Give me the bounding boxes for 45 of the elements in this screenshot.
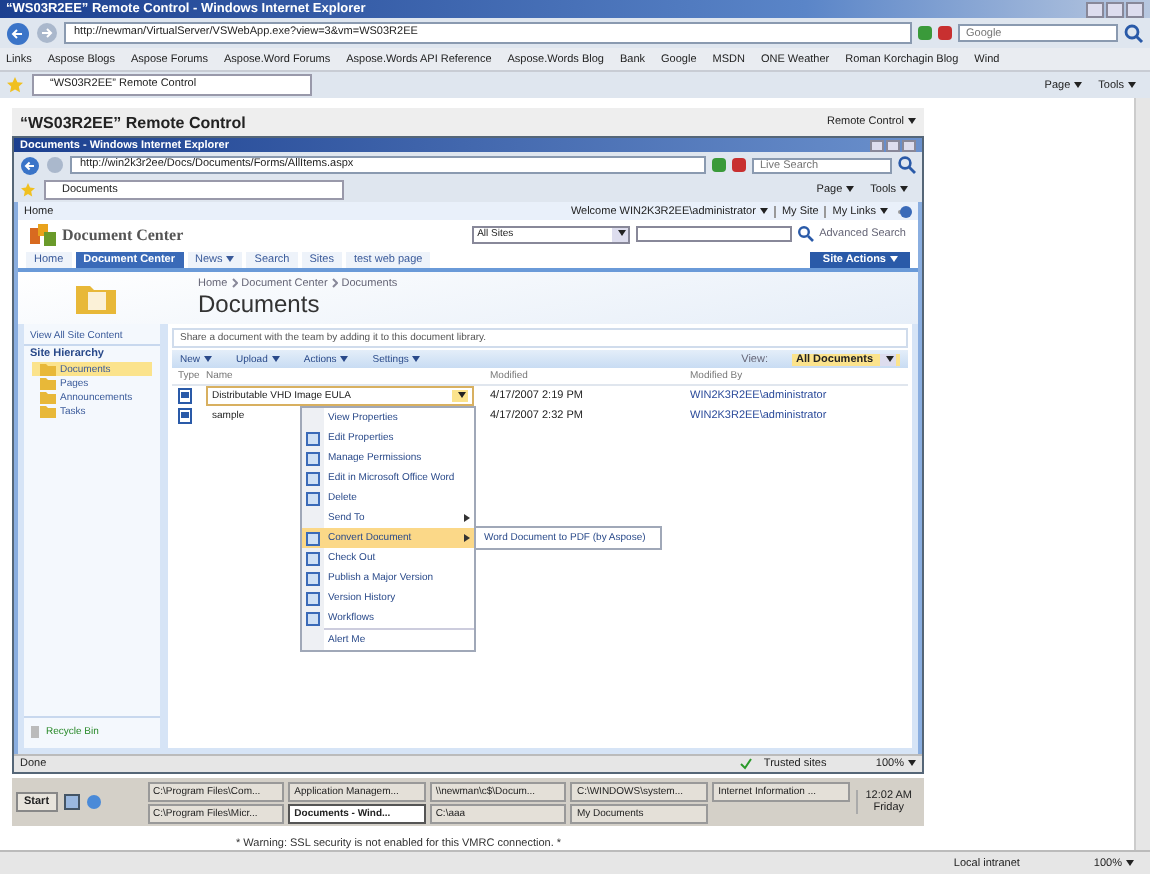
submenu-arrow-icon (464, 514, 474, 522)
caret-icon (900, 186, 908, 193)
scrollbar[interactable] (1134, 98, 1150, 850)
desktop-icon[interactable] (63, 794, 80, 810)
caret-icon (1126, 859, 1134, 866)
close-button[interactable] (1126, 1, 1144, 17)
caret-icon (226, 256, 235, 263)
page-heading: “WS03R2EE” Remote Control (20, 113, 246, 131)
caret-icon (340, 355, 349, 362)
favorites-star-icon[interactable] (20, 182, 36, 198)
caret-icon (617, 229, 626, 236)
caret-icon (846, 186, 855, 193)
minimize-button[interactable] (870, 139, 884, 151)
recycle-bin-icon (30, 724, 40, 738)
site-search-field[interactable] (635, 226, 792, 242)
caret-icon (271, 355, 280, 362)
caret-icon (412, 355, 421, 362)
search-icon[interactable] (1124, 23, 1144, 43)
caret-icon (908, 118, 916, 125)
caret-icon (1074, 81, 1083, 88)
search-icon[interactable] (797, 226, 814, 242)
caret-icon (1128, 81, 1136, 88)
page-title: Documents (198, 290, 322, 318)
caret-icon (890, 256, 898, 263)
site-title[interactable]: Document Center (62, 225, 184, 243)
caret-icon (759, 207, 768, 214)
site-logo-icon (30, 223, 56, 245)
breadcrumb-separator-icon (231, 278, 238, 288)
check-icon (739, 758, 752, 770)
folder-icon (74, 280, 118, 316)
close-button[interactable] (902, 139, 916, 151)
maximize-button[interactable] (1106, 1, 1124, 17)
caret-icon (880, 207, 888, 214)
back-icon[interactable] (20, 155, 40, 175)
minimize-button[interactable] (1086, 1, 1104, 17)
caret-icon (886, 355, 894, 362)
caret-icon (204, 355, 213, 362)
caret-icon (458, 392, 466, 399)
maximize-button[interactable] (886, 139, 900, 151)
submenu-arrow-icon (464, 534, 474, 542)
breadcrumb-separator-icon (331, 278, 338, 288)
favorites-star-icon[interactable] (6, 76, 24, 94)
caret-icon (908, 760, 916, 767)
search-icon[interactable] (898, 156, 916, 174)
back-icon[interactable] (6, 21, 30, 45)
